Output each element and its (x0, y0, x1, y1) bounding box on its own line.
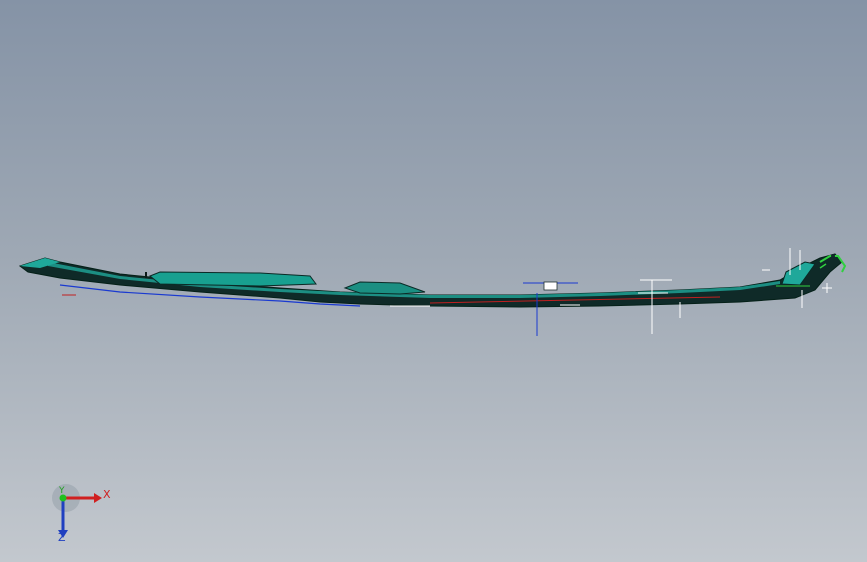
teal-raised-feature-2 (343, 281, 426, 295)
teal-raised-feature (149, 271, 317, 287)
z-axis-label: Z (58, 531, 66, 544)
y-axis-label: Y (59, 486, 65, 496)
x-axis-label: X (103, 488, 111, 501)
graphics-viewport[interactable]: X Y Z (0, 0, 867, 562)
cad-model-part[interactable] (0, 0, 867, 562)
reference-box (543, 281, 558, 291)
coordinate-triad: X Y Z (44, 484, 114, 548)
